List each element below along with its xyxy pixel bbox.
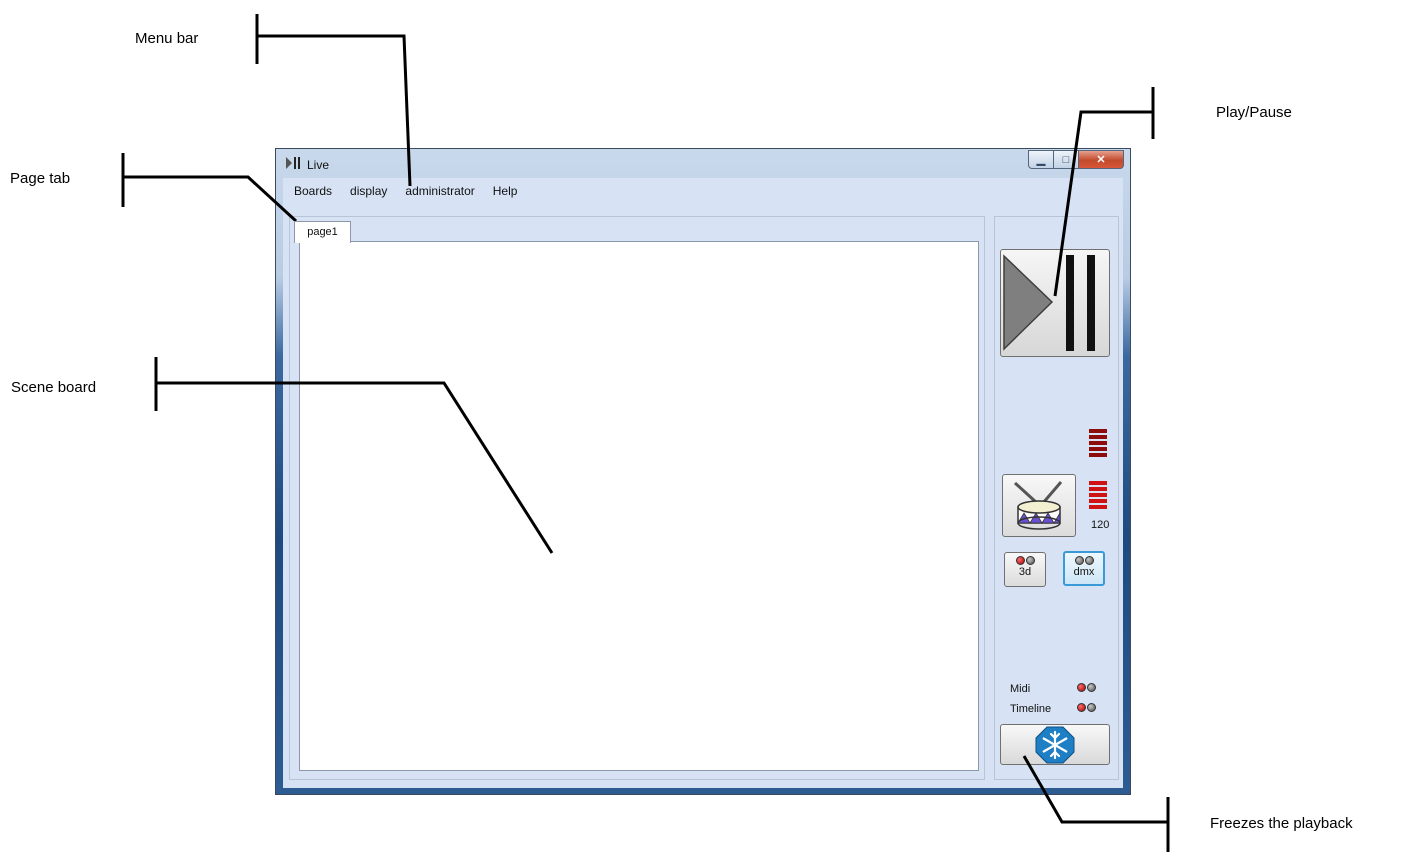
tab-page1[interactable]: page1 bbox=[294, 221, 351, 243]
callout-lines bbox=[121, 14, 1170, 852]
